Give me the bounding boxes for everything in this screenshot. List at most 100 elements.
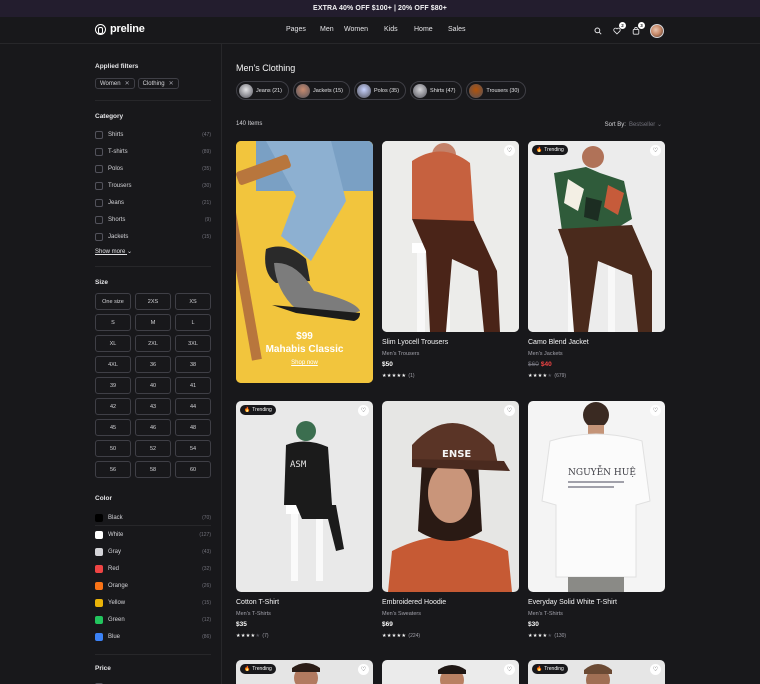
product-name[interactable]: Slim Lyocell Trousers — [382, 339, 519, 346]
color-swatch[interactable] — [95, 632, 103, 641]
checkbox[interactable] — [95, 147, 103, 156]
size-option[interactable]: 41 — [175, 377, 211, 394]
product-image[interactable]: ♡ — [382, 660, 519, 684]
color-option[interactable]: Blue (86) — [95, 628, 211, 645]
logo[interactable]: preline — [95, 23, 145, 35]
product-name[interactable]: Embroidered Hoodie — [382, 599, 519, 606]
size-option[interactable]: 52 — [135, 440, 171, 457]
category-chip[interactable]: Polos (35) — [353, 81, 407, 100]
product-card[interactable]: ASM 🔥 Trending ♡ Cotton T-Shirt Men's T-S… — [236, 401, 373, 639]
close-icon[interactable]: ✕ — [169, 80, 174, 87]
color-option[interactable]: Orange (26) — [95, 577, 211, 594]
size-option[interactable]: 4XL — [95, 356, 131, 373]
nav-item-home[interactable]: Home — [414, 26, 448, 33]
category-chip[interactable]: Jackets (15) — [293, 81, 350, 100]
size-option[interactable]: 46 — [135, 419, 171, 436]
checkbox[interactable] — [95, 164, 103, 173]
product-image[interactable]: 🔥 Trending ♡ — [528, 141, 665, 332]
nav-item-pages[interactable]: Pages — [286, 26, 320, 33]
product-image[interactable]: 🔥 Trending ♡ — [236, 660, 373, 684]
product-image[interactable]: ENSE ♡ — [382, 401, 519, 592]
product-card[interactable]: ♡ — [382, 660, 519, 684]
size-option[interactable]: 48 — [175, 419, 211, 436]
category-chip[interactable]: Jeans (21) — [236, 81, 289, 100]
category-option[interactable]: T-shirts (89) — [95, 143, 211, 160]
product-name[interactable]: Cotton T-Shirt — [236, 599, 373, 606]
applied-filter-chip[interactable]: Clothing ✕ — [137, 78, 179, 89]
nav-item-sales[interactable]: Sales — [448, 26, 466, 33]
size-option[interactable]: M — [135, 314, 171, 331]
size-option[interactable]: 39 — [95, 377, 131, 394]
product-image[interactable]: ♡ — [382, 141, 519, 332]
checkbox[interactable] — [95, 215, 103, 224]
color-option[interactable]: White (127) — [95, 526, 211, 543]
product-image[interactable]: NGUYỄN HUỆ ♡ — [528, 401, 665, 592]
product-card[interactable]: 🔥 Trending ♡ — [236, 660, 373, 684]
size-option[interactable]: XL — [95, 335, 131, 352]
size-option[interactable]: 42 — [95, 398, 131, 415]
category-option[interactable]: Jackets (15) — [95, 228, 211, 245]
category-option[interactable]: Trousers (30) — [95, 177, 211, 194]
size-option[interactable]: S — [95, 314, 131, 331]
product-card[interactable]: ♡ Slim Lyocell Trousers Men's Trousers $… — [382, 141, 519, 379]
category-chip[interactable]: Shirts (47) — [410, 81, 463, 100]
close-icon[interactable]: ✕ — [125, 80, 130, 87]
color-option[interactable]: Yellow (15) — [95, 594, 211, 611]
size-option[interactable]: XS — [175, 293, 211, 310]
color-option[interactable]: Black (70) — [95, 509, 211, 526]
user-avatar[interactable] — [650, 24, 664, 38]
checkbox[interactable] — [95, 198, 103, 207]
size-option[interactable]: 43 — [135, 398, 171, 415]
category-option[interactable]: Shorts (9) — [95, 211, 211, 228]
size-option[interactable]: 3XL — [175, 335, 211, 352]
show-more-link[interactable]: Show more ⌄ — [95, 248, 211, 255]
checkbox[interactable] — [95, 181, 103, 190]
size-option[interactable]: 36 — [135, 356, 171, 373]
cart-bag-icon[interactable]: 3 — [631, 22, 645, 36]
sort-dropdown[interactable]: Sort By: Bestseller ⌄ — [605, 121, 662, 128]
wishlist-heart-icon[interactable]: 2 — [612, 22, 626, 36]
color-option[interactable]: Red (32) — [95, 560, 211, 577]
nav-item-kids[interactable]: Kids — [384, 26, 414, 33]
product-card[interactable]: 🔥 Trending ♡ — [528, 660, 665, 684]
product-image[interactable]: ASM 🔥 Trending ♡ — [236, 401, 373, 592]
promo-card[interactable]: $99 Mahabis Classic Shop now — [236, 141, 373, 383]
product-card[interactable]: 🔥 Trending ♡ Camo Blend Jacket Men's Jack… — [528, 141, 665, 379]
heart-icon[interactable]: ♡ — [358, 664, 369, 675]
search-icon[interactable] — [593, 26, 603, 36]
nav-item-men[interactable]: Men — [320, 26, 344, 33]
heart-icon[interactable]: ♡ — [504, 405, 515, 416]
size-option[interactable]: 44 — [175, 398, 211, 415]
shop-now-link[interactable]: Shop now — [236, 360, 373, 366]
size-option[interactable]: 50 — [95, 440, 131, 457]
color-swatch[interactable] — [95, 530, 103, 539]
product-image[interactable]: 🔥 Trending ♡ — [528, 660, 665, 684]
product-name[interactable]: Everyday Solid White T-Shirt — [528, 599, 665, 606]
size-option[interactable]: 38 — [175, 356, 211, 373]
category-chip[interactable]: Trousers (30) — [466, 81, 527, 100]
applied-filter-chip[interactable]: Women ✕ — [95, 78, 135, 89]
color-swatch[interactable] — [95, 513, 103, 522]
color-swatch[interactable] — [95, 581, 103, 590]
size-option[interactable]: 56 — [95, 461, 131, 478]
checkbox[interactable] — [95, 130, 103, 139]
color-option[interactable]: Green (12) — [95, 611, 211, 628]
size-option[interactable]: 54 — [175, 440, 211, 457]
category-option[interactable]: Jeans (21) — [95, 194, 211, 211]
color-swatch[interactable] — [95, 598, 103, 607]
color-option[interactable]: Gray (43) — [95, 543, 211, 560]
product-name[interactable]: Camo Blend Jacket — [528, 339, 665, 346]
color-swatch[interactable] — [95, 615, 103, 624]
checkbox[interactable] — [95, 232, 103, 241]
size-option[interactable]: 45 — [95, 419, 131, 436]
size-option[interactable]: L — [175, 314, 211, 331]
size-option[interactable]: 60 — [175, 461, 211, 478]
category-option[interactable]: Shirts (47) — [95, 126, 211, 143]
size-option[interactable]: 2XL — [135, 335, 171, 352]
heart-icon[interactable]: ♡ — [358, 405, 369, 416]
color-swatch[interactable] — [95, 547, 103, 556]
color-swatch[interactable] — [95, 564, 103, 573]
size-option[interactable]: One size — [95, 293, 131, 310]
product-card[interactable]: ENSE ♡ Embroidered Hoodie Men's Sweaters… — [382, 401, 519, 639]
heart-icon[interactable]: ♡ — [504, 145, 515, 156]
